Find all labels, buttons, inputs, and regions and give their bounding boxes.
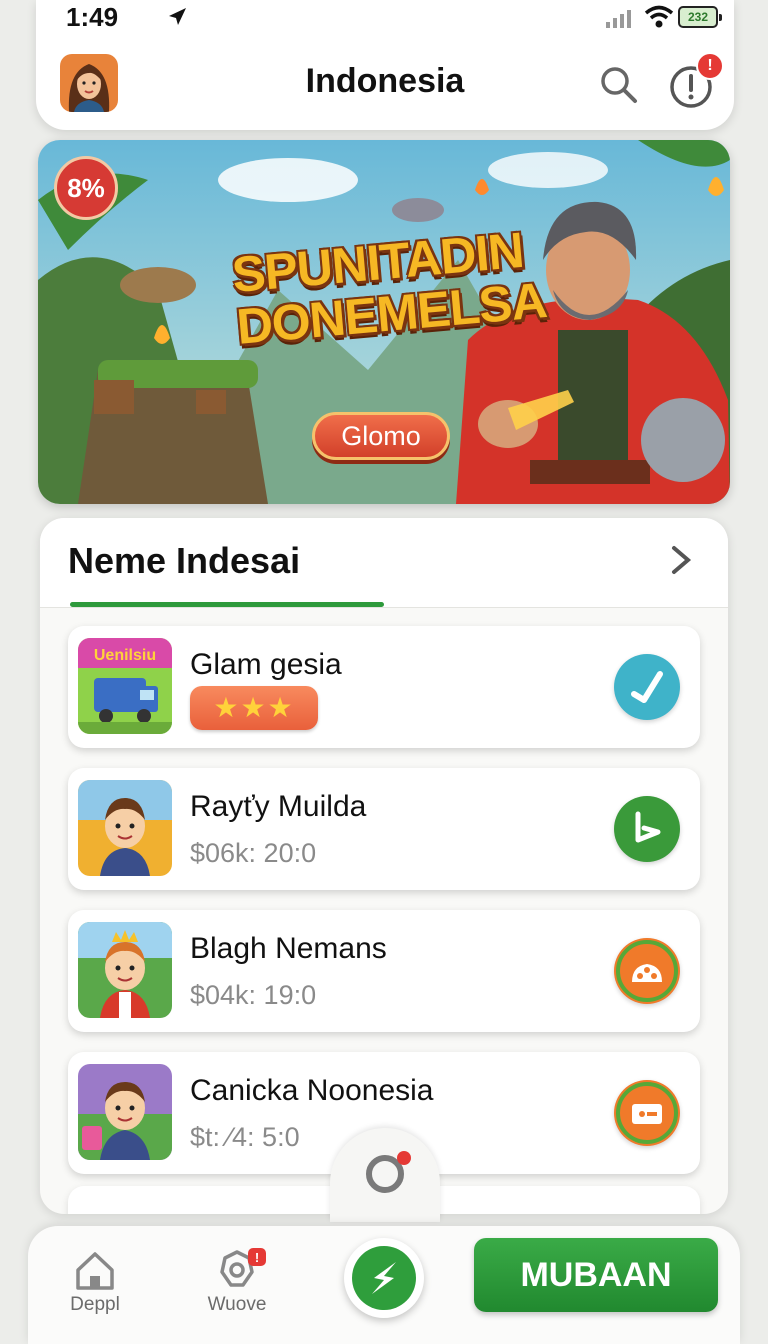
section-title: Neme Indesai <box>68 540 301 581</box>
status-time: 1:49 <box>66 2 119 32</box>
battery-indicator: 232 <box>678 6 722 28</box>
section-underline <box>70 602 384 607</box>
status-bar: 1:49 232 <box>36 0 734 36</box>
rating-stars: ★★★ <box>190 686 318 730</box>
ticket-icon <box>616 1082 678 1144</box>
bottom-navigation: Deppl ! Wuove MUBAAN <box>28 1226 740 1344</box>
svg-text:!: ! <box>255 1250 259 1265</box>
item-action-button[interactable] <box>614 1080 680 1146</box>
section-header[interactable]: Neme Indesai <box>40 518 728 608</box>
item-name: Blagh Nemans <box>190 932 387 965</box>
kid-character-icon <box>78 1064 172 1160</box>
chevron-right-icon[interactable] <box>668 542 694 578</box>
check-icon <box>631 671 663 703</box>
ring-icon <box>366 1151 411 1193</box>
promo-banner[interactable]: 8% SPUNITADIN DONEMELSA Glomo <box>38 140 730 504</box>
boy-character-icon <box>78 780 172 876</box>
play-arrow-icon <box>635 811 661 843</box>
nav-item-home[interactable]: Deppl <box>50 1248 140 1328</box>
delivery-van-icon: Uenilsiu <box>78 638 172 734</box>
list-item[interactable]: Uenilsiu Glam gesia ★★★ <box>68 626 700 748</box>
nav-item-settings[interactable]: ! Wuove <box>192 1248 282 1328</box>
item-price: $t: ⁄4: 5:0 <box>190 1122 300 1152</box>
top-app-bar: 1:49 232 Indonesia ! <box>36 0 734 130</box>
item-price: $06k: 20:0 <box>190 838 317 868</box>
item-name: Glam gesia <box>190 648 342 681</box>
thumb-label: Uenilsiu <box>94 647 156 664</box>
cellular-signal-icon <box>606 10 631 28</box>
nav-label: Deppl <box>70 1294 120 1315</box>
primary-cta-button[interactable]: MUBAAN <box>474 1238 718 1312</box>
item-thumbnail <box>78 780 172 876</box>
item-thumbnail <box>78 1064 172 1160</box>
people-icon <box>616 940 678 1002</box>
item-name: Canicka Noonesia <box>190 1074 434 1107</box>
list-item[interactable]: Rayťy Muilda $06k: 20:0 <box>68 768 700 890</box>
gear-icon: ! <box>220 1248 266 1287</box>
home-icon <box>76 1252 114 1290</box>
bolt-fab-button[interactable] <box>344 1238 424 1318</box>
banner-cta-button[interactable]: Glomo <box>312 412 450 460</box>
notification-badge: ! <box>696 52 724 80</box>
discount-badge: 8% <box>54 156 118 220</box>
item-thumbnail <box>78 922 172 1018</box>
floating-action-tab[interactable] <box>330 1128 440 1222</box>
list-item[interactable]: Blagh Nemans $04k: 19:0 <box>68 910 700 1032</box>
location-arrow-icon <box>169 8 186 25</box>
search-icon[interactable] <box>598 64 638 104</box>
item-action-button[interactable] <box>614 796 680 862</box>
nav-label: Wuove <box>207 1294 267 1315</box>
item-thumbnail: Uenilsiu <box>78 638 172 734</box>
bolt-icon <box>352 1246 416 1310</box>
item-action-button[interactable] <box>614 654 680 720</box>
item-action-button[interactable] <box>614 938 680 1004</box>
item-name: Rayťy Muilda <box>190 790 367 823</box>
featured-section: Neme Indesai Uenilsiu Glam gesia ★★★ Ray… <box>40 518 728 1214</box>
wifi-icon <box>644 5 674 28</box>
prince-character-icon <box>78 922 172 1018</box>
item-price: $04k: 19:0 <box>190 980 317 1010</box>
